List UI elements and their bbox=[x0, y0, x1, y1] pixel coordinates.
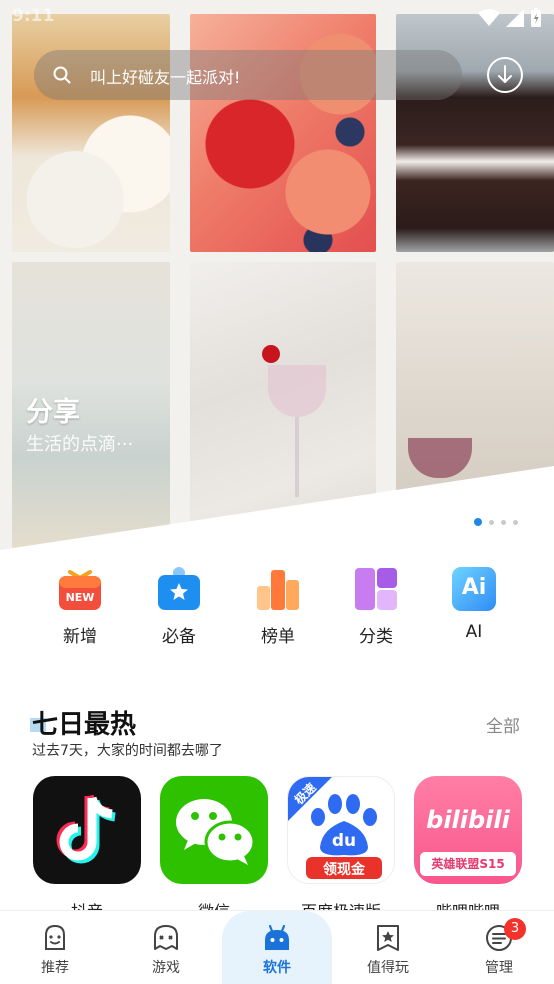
tab-software[interactable]: 软件 bbox=[222, 911, 332, 984]
bottom-tab-bar: 推荐 游戏 软件 值得玩 管理 bbox=[0, 910, 554, 984]
tab-recommend[interactable]: 推荐 bbox=[0, 911, 110, 984]
category-label: AI bbox=[465, 622, 483, 642]
status-time: 9:11 bbox=[12, 6, 55, 26]
wifi-icon bbox=[478, 9, 500, 26]
baidu-logo-text: du bbox=[331, 831, 357, 851]
category-label: 榜单 bbox=[261, 627, 295, 647]
tab-label: 推荐 bbox=[41, 960, 69, 976]
search-icon bbox=[53, 66, 71, 84]
worth-playing-icon bbox=[373, 923, 403, 953]
hot-apps-row: 抖音 微信 bbox=[0, 776, 554, 921]
new-icon: NEW bbox=[57, 566, 103, 612]
new-icon-text: NEW bbox=[65, 591, 95, 604]
wechat-icon bbox=[160, 776, 268, 884]
app-card-douyin[interactable]: 抖音 bbox=[33, 776, 141, 922]
ai-icon-text: Ai bbox=[461, 575, 487, 600]
tab-manage[interactable]: 管理 bbox=[444, 911, 554, 984]
category-label: 必备 bbox=[162, 627, 196, 647]
carousel-dot bbox=[489, 519, 494, 525]
software-icon bbox=[262, 923, 292, 953]
category-label: 新增 bbox=[63, 627, 97, 647]
bilibili-banner-text: 英雄联盟S15 bbox=[420, 852, 516, 876]
game-icon bbox=[151, 923, 181, 953]
category-ranking[interactable]: 榜单 bbox=[228, 566, 328, 647]
view-all-link[interactable]: 全部 bbox=[486, 712, 520, 737]
hero-banner[interactable]: 9:11 叫上好碰友一起派对! 分享 生活的点滴··· bbox=[0, 0, 554, 560]
essentials-icon bbox=[156, 566, 202, 612]
category-essentials[interactable]: 必备 bbox=[129, 566, 229, 647]
bilibili-icon: bilibili 英雄联盟S15 bbox=[414, 776, 522, 884]
tab-label: 管理 bbox=[485, 960, 513, 976]
carousel-dot bbox=[501, 519, 506, 525]
signal-icon bbox=[506, 9, 524, 27]
hot-section-header: 七日最热 过去7天，大家的时间都去哪了 bbox=[30, 704, 223, 759]
app-card-wechat[interactable]: 微信 bbox=[160, 776, 268, 922]
notification-badge: 3 bbox=[504, 918, 526, 940]
status-bar: 9:11 bbox=[0, 0, 554, 34]
app-card-bilibili[interactable]: bilibili 英雄联盟S15 哔哩哔哩 bbox=[414, 776, 522, 922]
douyin-icon bbox=[33, 776, 141, 884]
search-bar[interactable]: 叫上好碰友一起派对! bbox=[34, 50, 462, 100]
recommend-icon bbox=[40, 923, 70, 953]
tab-game[interactable]: 游戏 bbox=[111, 911, 221, 984]
bilibili-logo-text: bilibili bbox=[426, 806, 510, 834]
category-icon bbox=[353, 566, 399, 612]
carousel-dot bbox=[513, 519, 518, 525]
baidu-lite-icon: 极速 du 领现金 bbox=[287, 776, 395, 884]
ai-icon: Ai bbox=[451, 566, 497, 612]
category-new[interactable]: NEW 新增 bbox=[30, 566, 130, 647]
battery-icon bbox=[531, 8, 541, 27]
carousel-indicator bbox=[474, 518, 518, 526]
search-placeholder: 叫上好碰友一起派对! bbox=[90, 68, 241, 87]
baidu-banner-text: 领现金 bbox=[323, 862, 365, 878]
app-card-baidu-lite[interactable]: 极速 du 领现金 百度极速版 bbox=[287, 776, 395, 922]
hero-title: 分享 bbox=[26, 397, 80, 428]
tab-label: 软件 bbox=[263, 960, 291, 976]
tab-label: 值得玩 bbox=[367, 960, 409, 976]
ranking-icon bbox=[255, 566, 301, 612]
section-subtitle: 过去7天，大家的时间都去哪了 bbox=[32, 743, 223, 759]
category-label: 分类 bbox=[359, 627, 393, 647]
carousel-dot-active bbox=[474, 518, 482, 526]
section-title-text: 七日最热 bbox=[32, 710, 137, 740]
hero-subtitle: 生活的点滴··· bbox=[26, 434, 134, 455]
tab-worth-playing[interactable]: 值得玩 bbox=[333, 911, 443, 984]
category-row: NEW 新增 必备 榜单 分类 Ai AI bbox=[0, 566, 554, 656]
section-title: 七日最热 bbox=[30, 704, 137, 741]
category-ai[interactable]: Ai AI bbox=[424, 566, 524, 642]
category-classify[interactable]: 分类 bbox=[326, 566, 426, 647]
tab-label: 游戏 bbox=[152, 960, 180, 976]
download-icon[interactable] bbox=[486, 56, 524, 94]
